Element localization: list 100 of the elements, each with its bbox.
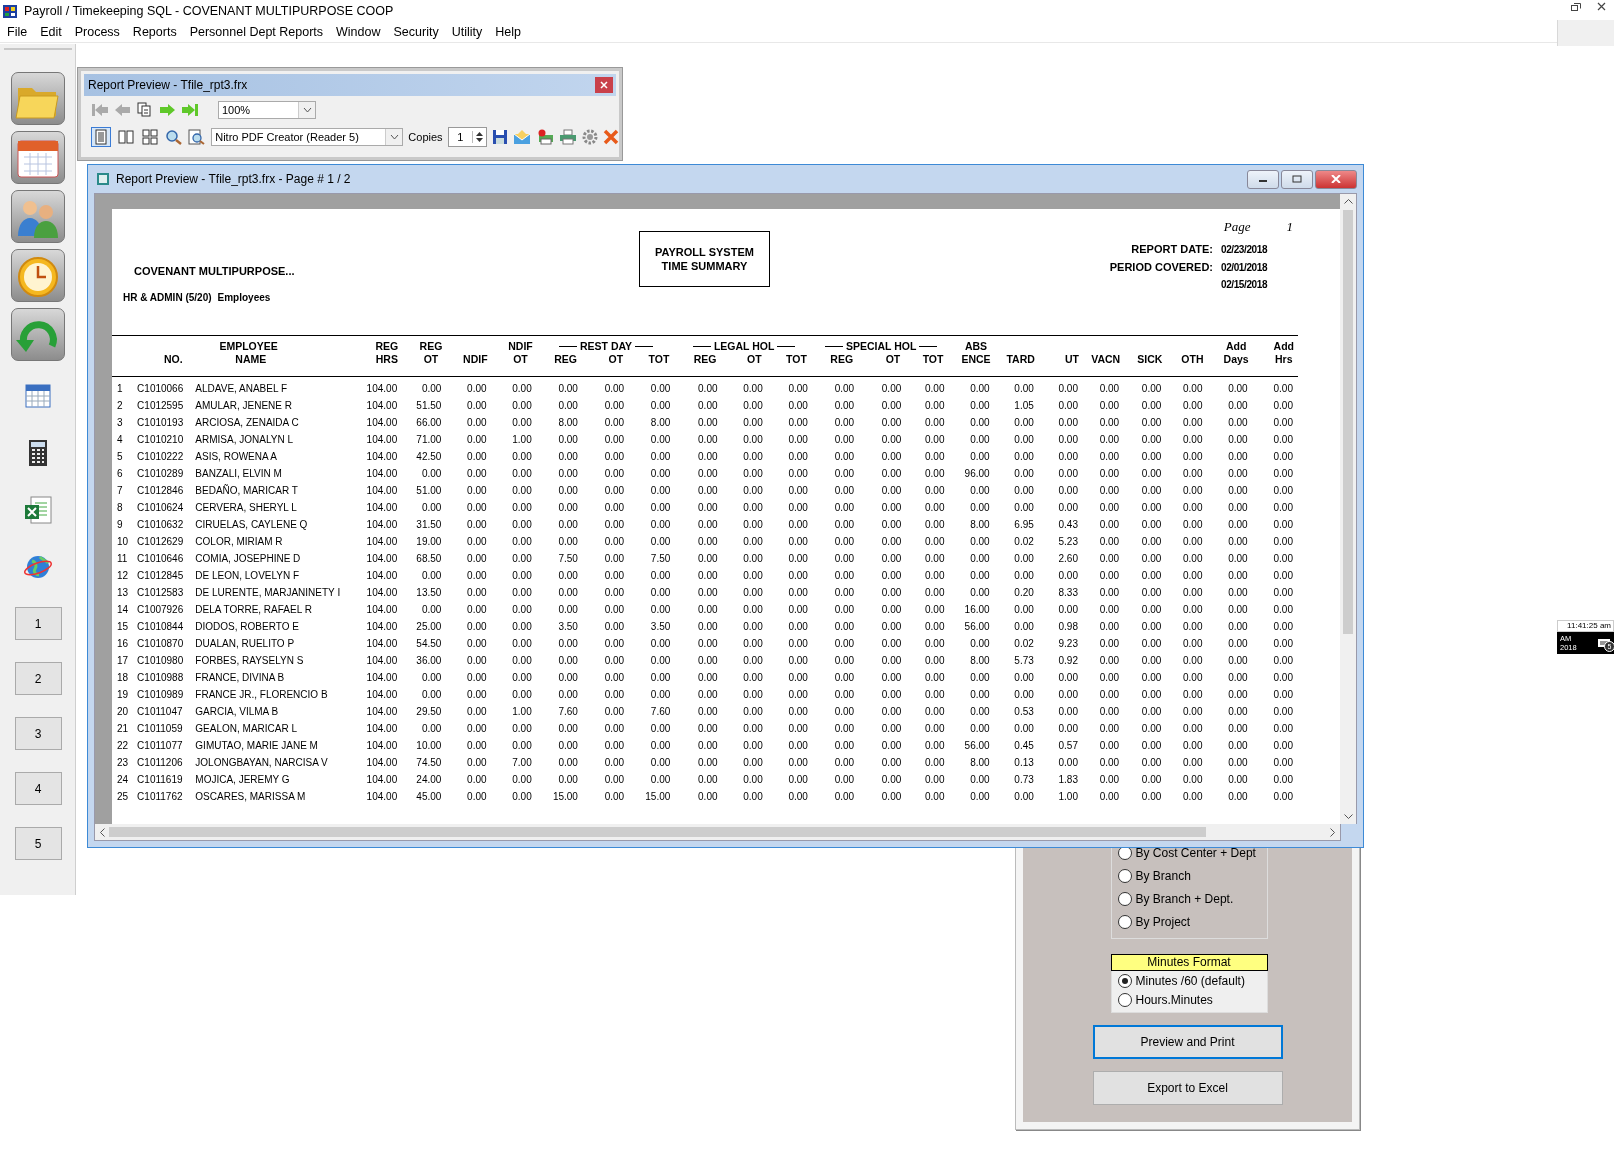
radio-button[interactable] — [1117, 892, 1132, 906]
table-cell-text: 0.00 — [1272, 552, 1294, 566]
table-cell-text: 0.00 — [1057, 467, 1079, 481]
action-button[interactable]: Preview and Print — [1092, 1025, 1283, 1059]
settings-icon[interactable] — [582, 128, 598, 145]
table-cell-text: 0.00 — [1013, 603, 1035, 617]
close-button[interactable] — [595, 77, 613, 93]
number-button[interactable]: 1 — [14, 607, 62, 640]
radio-button[interactable] — [1117, 915, 1132, 929]
menu-item[interactable]: Help — [495, 25, 521, 39]
scroll-thumb[interactable] — [109, 827, 1206, 837]
table-cell-text: 0.00 — [969, 416, 991, 430]
table-cell-text: 0.00 — [833, 722, 856, 736]
table-cell-text: 68.50 — [415, 552, 443, 566]
close-icon[interactable] — [1597, 2, 1606, 11]
view-button[interactable] — [140, 126, 161, 147]
down-arrow-icon[interactable] — [476, 137, 483, 143]
table-cell-text: 0.00 — [1057, 569, 1079, 583]
menu-item[interactable]: Edit — [40, 25, 62, 39]
vertical-scrollbar[interactable] — [1340, 194, 1356, 824]
radio-button[interactable] — [1117, 993, 1132, 1007]
close-button[interactable] — [1315, 169, 1357, 189]
menu-item[interactable]: Personnel Dept Reports — [189, 25, 324, 39]
column-header: NDIF — [463, 353, 489, 366]
launcher-button[interactable] — [11, 72, 65, 125]
table-cell-text: 0.00 — [833, 569, 856, 583]
radio-label[interactable]: Minutes /60 (default) — [1135, 974, 1245, 988]
table-cell: C1011047 — [137, 703, 196, 720]
spreadsheet-icon[interactable] — [23, 494, 53, 525]
radio-label[interactable]: By Branch — [1135, 869, 1191, 883]
restore-icon — [1292, 175, 1302, 183]
zoom-page-icon[interactable] — [188, 128, 207, 145]
print-icon[interactable] — [559, 128, 577, 145]
launcher-button[interactable] — [11, 308, 65, 361]
zoom-icon[interactable] — [165, 128, 184, 145]
table-cell-text: 36.00 — [415, 654, 443, 668]
radio-label[interactable]: By Project — [1135, 915, 1191, 929]
table-cell-text: 104.00 — [365, 705, 399, 719]
number-button[interactable]: 5 — [14, 827, 62, 860]
table-cell-text: 104.00 — [365, 637, 399, 651]
horizontal-scrollbar[interactable] — [94, 824, 1341, 841]
table-cell-text: 0.98 — [1057, 620, 1079, 634]
table-cell-text: 0.00 — [742, 518, 764, 532]
table-cell-text: 0.00 — [1182, 654, 1204, 668]
radio-label[interactable]: By Cost Center + Dept — [1135, 846, 1256, 860]
menu-item[interactable]: Window — [336, 25, 381, 39]
copies-spinner[interactable]: 1 — [447, 126, 487, 147]
launcher-button[interactable] — [11, 249, 65, 302]
menu-item[interactable]: File — [7, 25, 28, 39]
table-cell-text: CERVERA, SHERYL L — [195, 501, 298, 515]
table-cell-text: 0.00 — [1227, 535, 1249, 549]
table-cell-text: 0.00 — [833, 688, 856, 702]
launcher-button[interactable] — [11, 190, 65, 243]
save-icon[interactable] — [492, 128, 508, 145]
number-button[interactable]: 3 — [14, 717, 62, 750]
minimize-button[interactable] — [1247, 169, 1279, 189]
radio-label[interactable]: Hours.Minutes — [1135, 993, 1213, 1007]
table-cell-text: 0.00 — [697, 688, 719, 702]
number-button[interactable]: 2 — [14, 662, 62, 695]
table-cell-text: 0.00 — [511, 586, 533, 600]
report-title: TIME SUMMARY — [661, 259, 748, 273]
table-cell-text: 0.00 — [787, 722, 809, 736]
table-cell-text: 0.00 — [1272, 637, 1294, 651]
pages-icon[interactable] — [137, 101, 153, 118]
table-cell: C1012629 — [137, 533, 196, 550]
radio-label[interactable]: By Branch + Dept. — [1135, 892, 1234, 906]
table-cell-text: GIMUTAO, MARIE JANE M — [195, 739, 319, 753]
table-cell-text: 0.00 — [969, 705, 991, 719]
printer-dropdown[interactable]: Nitro PDF Creator (Reader 5) — [211, 127, 404, 146]
table-cell-text: 0.00 — [1140, 671, 1163, 685]
table-cell-text: 0.00 — [603, 722, 626, 736]
zoom-dropdown[interactable]: 100% — [218, 100, 316, 119]
printer-help-icon[interactable] — [536, 128, 554, 145]
menu-item[interactable]: Reports — [132, 25, 177, 39]
table-cell-text: 0.00 — [511, 501, 533, 515]
table-cell-text: 0.00 — [833, 416, 856, 430]
number-button[interactable]: 4 — [14, 772, 62, 805]
table-cell-text: 0.00 — [742, 654, 764, 668]
table-cell: C1011206 — [137, 754, 196, 771]
menu-item[interactable]: Process — [74, 25, 120, 39]
view-button[interactable] — [91, 126, 111, 147]
table-cell-text: 0.00 — [1140, 756, 1163, 770]
restore-icon[interactable] — [1571, 2, 1581, 11]
table-cell-text: 0.00 — [649, 450, 672, 464]
email-icon[interactable] — [513, 128, 531, 145]
radio-button[interactable] — [1117, 869, 1132, 883]
radio-button[interactable] — [1117, 974, 1132, 988]
table-cell-text: 0.00 — [603, 552, 626, 566]
table-cell-text: JOLONGBAYAN, NARCISA V — [195, 756, 329, 770]
scroll-thumb[interactable] — [1343, 210, 1353, 634]
action-button[interactable]: Export to Excel — [1092, 1071, 1283, 1105]
department-label: HR & ADMIN (5/20) — [123, 292, 212, 303]
table-cell-text: C1012583 — [137, 586, 185, 600]
up-arrow-icon[interactable] — [476, 130, 483, 136]
table-cell-text: 0.00 — [603, 586, 626, 600]
menu-item[interactable]: Security — [393, 25, 439, 39]
table-cell-text: DIODOS, ROBERTO E — [195, 620, 300, 634]
menu-item[interactable]: Utility — [451, 25, 483, 39]
launcher-button[interactable] — [11, 131, 65, 184]
table-cell: 0.00 — [1166, 376, 1208, 397]
